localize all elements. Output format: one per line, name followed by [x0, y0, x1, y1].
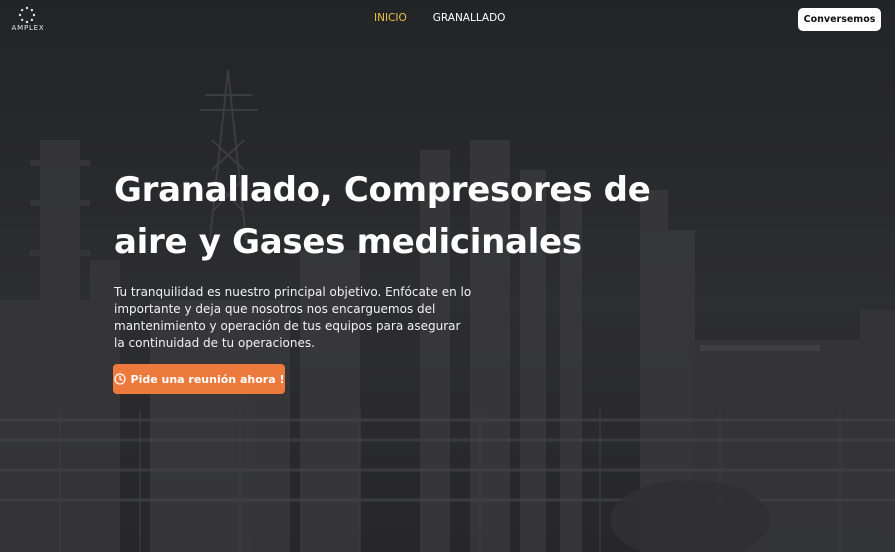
- logo-text: AMPLEX: [11, 24, 45, 32]
- hero-subtitle: Tu tranquilidad es nuestro principal obj…: [114, 285, 472, 350]
- hero-section: AMPLEX INICIO GRANALLADO Conversemos Gra…: [0, 0, 895, 552]
- site-header: AMPLEX INICIO GRANALLADO Conversemos: [0, 0, 895, 40]
- logo-ring-icon: [18, 6, 36, 24]
- hero-headline: Granallado, Compresores de aire y Gases …: [114, 170, 651, 262]
- main-nav: INICIO GRANALLADO: [374, 12, 505, 28]
- schedule-meeting-button[interactable]: Pide una reunión ahora !: [113, 364, 285, 394]
- nav-item-granallado[interactable]: GRANALLADO: [433, 12, 506, 28]
- nav-item-inicio[interactable]: INICIO: [374, 12, 407, 28]
- dark-overlay: [0, 0, 895, 552]
- brand-logo[interactable]: AMPLEX: [8, 6, 48, 34]
- clock-icon: [113, 373, 126, 385]
- conversemos-button[interactable]: Conversemos: [798, 8, 881, 31]
- schedule-meeting-label: Pide una reunión ahora !: [130, 372, 285, 386]
